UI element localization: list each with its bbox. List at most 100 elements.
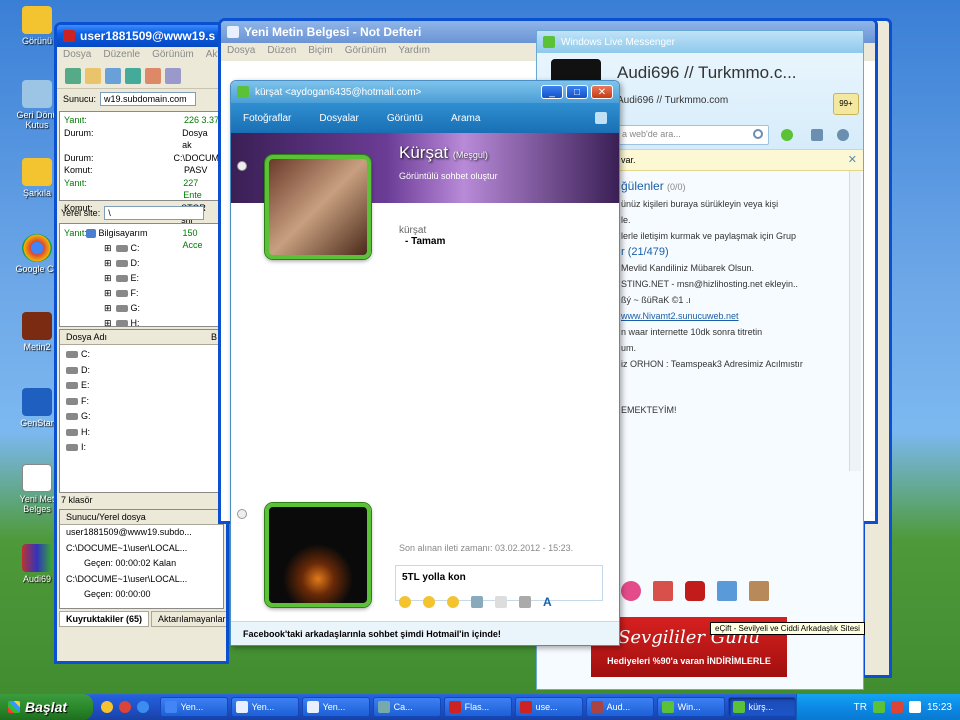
minimize-button[interactable]: _ [541,85,563,99]
refresh-icon[interactable] [105,68,121,84]
edit-icon[interactable] [85,68,101,84]
taskbar-button[interactable]: Flas... [443,697,512,717]
toolbar-files[interactable]: Dosyalar [319,113,358,124]
menu-item[interactable]: Görünüm [152,49,194,63]
chat-title-bar[interactable]: kürşat <aydogan6435@hotmail.com> _ □ ✕ [231,81,619,103]
app-tile-icon[interactable] [685,581,705,601]
file-list-item[interactable]: G: [60,409,223,425]
contact-list-item[interactable]: iz ORHON : Teamspeak3 Adresimiz Acılmıst… [621,356,863,372]
connect-icon[interactable] [65,68,81,84]
wink-icon[interactable] [423,596,435,608]
queue-item[interactable]: Geçen: 00:00:00 [60,587,223,603]
app-tile-icon[interactable] [749,581,769,601]
taskbar-button[interactable]: Yen... [159,697,228,717]
chat-window[interactable]: kürşat <aydogan6435@hotmail.com> _ □ ✕ F… [230,80,620,646]
contact-list-item[interactable]: ünüz kişileri buraya sürükleyin veya kiş… [621,196,863,212]
menu-icon[interactable] [595,112,607,124]
maximize-button[interactable]: □ [566,85,588,99]
tab-queued[interactable]: Kuyruktakiler (65) [59,611,150,627]
taskbar-button[interactable]: Yen... [230,697,299,717]
taskbar-button[interactable]: Yen... [301,697,370,717]
file-list-item[interactable]: I: [60,440,223,456]
queue-header[interactable]: Sunucu/Yerel dosya [60,510,223,525]
sync-icon[interactable] [125,68,141,84]
emoticon-icon[interactable] [399,596,411,608]
file-list-item[interactable]: E: [60,378,223,394]
expand-icon[interactable]: ⊞ [104,243,112,253]
close-icon[interactable]: ✕ [848,153,857,166]
expand-icon[interactable]: ⊞ [104,288,112,298]
file-list-item[interactable]: F: [60,394,223,410]
taskbar-button[interactable]: use... [514,697,583,717]
queue-item[interactable]: C:\DOCUME~1\user\LOCAL... [60,541,223,557]
column-header-name[interactable]: Dosya Adı [66,332,107,342]
file-list-item[interactable]: D: [60,363,223,379]
contact-list-item[interactable]: le. [621,212,863,228]
font-icon[interactable]: A [543,595,552,609]
contact-list-item[interactable]: www.Nivamt2.sunucuweb.net [621,308,863,324]
user-display-name[interactable]: Audi696 // Turkmmo.c... [617,63,797,83]
volume-icon[interactable] [908,701,921,713]
user-personal-message[interactable]: Audi696 // Turkmmo.com [617,95,728,106]
notifications-badge[interactable]: 99+ [833,93,859,115]
more-icon[interactable] [495,596,507,608]
tree-drive-item[interactable]: ⊞ F: [64,286,219,301]
tree-drive-item[interactable]: ⊞ D: [64,256,219,271]
search-icon[interactable] [753,129,763,139]
ie-icon[interactable] [136,701,149,713]
queue-item[interactable]: C:\DOCUME~1\user\LOCAL... [60,572,223,588]
quick-launch-icon[interactable] [118,701,131,713]
tree-drive-item[interactable]: ⊞ E: [64,271,219,286]
scrollbar[interactable] [849,171,861,471]
expand-icon[interactable] [237,509,247,519]
app-tile-icon[interactable] [621,581,641,601]
taskbar-button[interactable]: Ca... [372,697,441,717]
expand-icon[interactable]: ⊞ [104,303,112,313]
tray-icon[interactable] [872,701,885,713]
voice-clip-icon[interactable] [471,596,483,608]
file-list-item[interactable]: C: [60,347,223,363]
contact-list-item[interactable]: um. [621,340,863,356]
app-tile-icon[interactable] [717,581,737,601]
transfer-icon[interactable] [145,68,161,84]
contact-list-item[interactable]: EMEKTEYİM! [621,402,863,418]
taskbar-button[interactable]: Win... [656,697,725,717]
collapse-icon[interactable] [237,161,247,171]
contact-list-item[interactable]: lerle iletişim kurmak ve paylaşmak için … [621,228,863,244]
column-header-b[interactable]: B [211,332,217,342]
search-box[interactable]: a web'de ara... [617,125,769,145]
tab-failed[interactable]: Aktarılamayanlar [151,611,226,627]
contact-list-item[interactable]: ßý ~ ßüRaK ©1 .ı [621,292,863,308]
ftp-client-window[interactable]: user1881509@www19.s Dosya Düzenle Görünü… [54,22,229,664]
wlm-title-bar[interactable]: Windows Live Messenger [537,31,863,53]
contact-avatar[interactable] [265,155,371,259]
group-header[interactable]: ğülenler (0/0) [621,177,863,196]
toolbar-photos[interactable]: Fotoğraflar [243,113,291,124]
taskbar-button[interactable]: Aud... [585,697,654,717]
language-indicator[interactable]: TR [854,702,867,713]
tray-icon[interactable] [890,701,903,713]
menu-item[interactable]: Görünüm [345,45,387,59]
quick-launch-icon[interactable] [100,701,113,713]
my-avatar[interactable] [265,503,371,607]
server-input[interactable]: w19.subdomain.com [100,92,197,106]
file-list-item[interactable]: H: [60,425,223,441]
menu-item[interactable]: Dosya [227,45,255,59]
toolbar-call[interactable]: Arama [451,113,480,124]
queue-icon[interactable] [165,68,181,84]
menu-item[interactable]: Düzenle [103,49,140,63]
expand-icon[interactable]: ⊞ [104,318,112,328]
ftp-title-bar[interactable]: user1881509@www19.s [57,25,226,47]
add-contact-icon[interactable] [781,129,793,141]
queue-item[interactable]: user1881509@www19.subdo... [60,525,223,541]
expand-icon[interactable]: ⊞ [104,273,112,283]
contact-list-item[interactable]: n waar internette 10dk sonra titretin [621,324,863,340]
nudge-icon[interactable] [447,596,459,608]
menu-item[interactable]: Dosya [63,49,91,63]
contact-list-item[interactable]: Mevlid Kandiliniz Mübarek Olsun. [621,260,863,276]
menu-item[interactable]: Düzen [267,45,296,59]
contact-list-item[interactable]: STING.NET - msn@hizlihosting.net ekleyin… [621,276,863,292]
chat-footer[interactable]: Facebook'taki arkadaşlarınla sohbet şimd… [231,621,619,645]
menu-item[interactable]: Biçim [308,45,332,59]
view-options-icon[interactable] [811,129,823,141]
